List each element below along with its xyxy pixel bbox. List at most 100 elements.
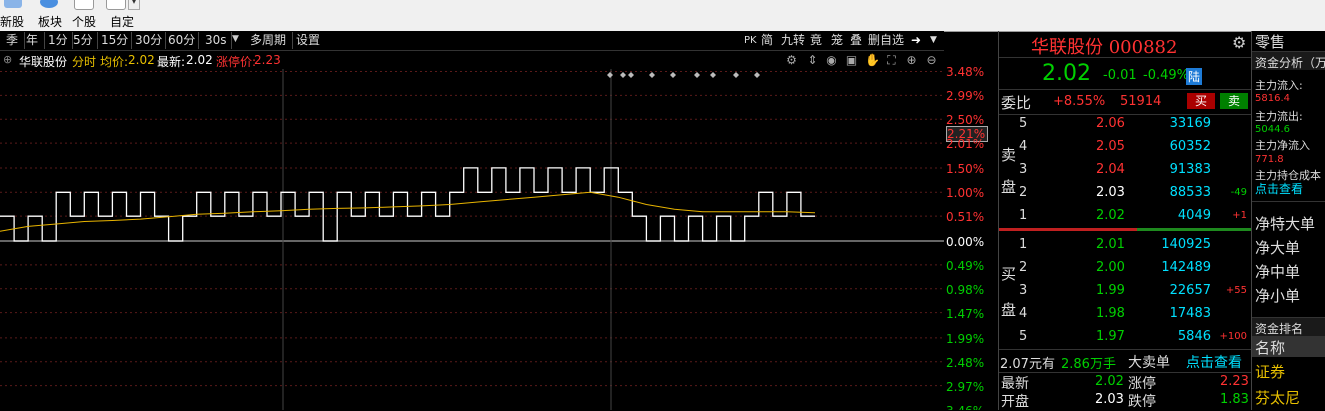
avg-value: 2.02 xyxy=(128,53,155,67)
y-tick-label: 2.50% xyxy=(946,113,985,127)
down-limit-value: 1.83 xyxy=(1220,392,1249,407)
event-marker[interactable] xyxy=(649,72,655,78)
y-tick-label: 1.99% xyxy=(946,332,985,346)
book-volume: 33169 xyxy=(1169,116,1211,131)
cost-link[interactable]: 点击查看 xyxy=(1255,180,1303,197)
intraday-chart[interactable] xyxy=(0,69,944,410)
open-value: 2.03 xyxy=(1095,392,1124,407)
book-level: 4 xyxy=(1019,139,1028,154)
y-tick-label: 0.98% xyxy=(946,283,985,297)
event-marker[interactable] xyxy=(628,72,634,78)
period-60min[interactable]: 60分 xyxy=(166,32,199,49)
zoom-out-icon[interactable]: ⊖ xyxy=(925,54,938,67)
rank-item[interactable]: 芬太尼 xyxy=(1255,387,1300,408)
inflow-value: 5816.4 xyxy=(1255,93,1290,104)
big-order-row: 2.07元有 2.86万手 大卖单 点击查看 xyxy=(999,349,1252,373)
tool-simple[interactable]: 简 xyxy=(761,32,773,49)
book-level: 5 xyxy=(1019,329,1028,344)
tool-compete[interactable]: 竟 xyxy=(810,32,822,49)
book-volume: 140925 xyxy=(1161,237,1211,252)
y-tick-label: 1.00% xyxy=(946,186,985,200)
arrow-right-icon[interactable]: ➜ xyxy=(911,32,921,49)
camera-icon[interactable]: ▣ xyxy=(845,54,858,67)
event-marker[interactable] xyxy=(670,72,676,78)
price-line xyxy=(0,167,815,242)
toolbar-sector-button[interactable]: 板块 xyxy=(36,0,66,31)
tool-cage[interactable]: 笼 xyxy=(831,32,843,49)
period-settings[interactable]: 设置 xyxy=(294,32,326,49)
book-volume: 60352 xyxy=(1169,139,1211,154)
eye-icon[interactable]: ◉ xyxy=(825,54,838,67)
chevron-down-icon[interactable]: ▼ xyxy=(232,34,239,44)
book-level: 3 xyxy=(1019,283,1028,298)
period-season[interactable]: 季 xyxy=(4,32,25,49)
gear-icon[interactable]: ⚙ xyxy=(1232,33,1246,52)
last-label: 最新: xyxy=(157,55,186,69)
book-volume: 91383 xyxy=(1169,162,1211,177)
y-tick-label: 2.01% xyxy=(946,137,985,151)
weibi-pct: +8.55% xyxy=(1053,94,1106,109)
pin-icon[interactable]: ⊕ xyxy=(3,53,12,66)
rank-item[interactable]: 证券 xyxy=(1255,361,1285,382)
tool-pk[interactable]: PK xyxy=(744,32,757,49)
event-markers xyxy=(607,72,760,78)
tool-overlay[interactable]: 叠 xyxy=(850,32,862,49)
period-5min[interactable]: 5分 xyxy=(71,32,98,49)
y-tick-label: 0.51% xyxy=(946,210,985,224)
period-15min[interactable]: 15分 xyxy=(99,32,132,49)
tool-ninth[interactable]: 九转 xyxy=(781,32,805,49)
fund-title: 资金分析（万 xyxy=(1255,56,1325,70)
y-tick-label: 0.00% xyxy=(946,235,985,249)
chevron-down-icon[interactable]: ▾ xyxy=(128,0,140,10)
toolbar-label: 新股 xyxy=(0,15,25,29)
toolbar-new-stock-button[interactable]: 新股 xyxy=(0,0,28,31)
weibi-label: 委比 xyxy=(1001,94,1032,112)
zoom-in-icon[interactable]: ⊕ xyxy=(905,54,918,67)
expand-icon[interactable]: ⛶ xyxy=(885,54,898,67)
stock-icon xyxy=(74,0,94,10)
tool-delete-favorite[interactable]: 删自选 xyxy=(868,32,904,49)
book-level: 1 xyxy=(1019,237,1028,252)
sector-label[interactable]: 零售 xyxy=(1255,31,1285,52)
toolbar-label: 板块 xyxy=(38,15,63,29)
book-level: 3 xyxy=(1019,162,1028,177)
weicha-value: 51914 xyxy=(1120,94,1162,109)
y-tick-label: 3.46% xyxy=(946,404,996,410)
book-level: 1 xyxy=(1019,208,1028,223)
sell-button[interactable]: 卖 xyxy=(1220,93,1248,109)
buy-button[interactable]: 买 xyxy=(1187,93,1215,109)
period-1min[interactable]: 1分 xyxy=(46,32,73,49)
scale-icon[interactable]: ⇕ xyxy=(806,54,819,67)
big-order-price: 2.07元有 xyxy=(1000,357,1055,372)
net-inflow-label: 主力净流入 xyxy=(1255,139,1310,152)
event-marker[interactable] xyxy=(733,72,739,78)
toolbar-label: 自定 xyxy=(110,15,135,29)
toolbar-stock-button[interactable]: 个股 xyxy=(70,0,100,31)
book-price: 2.01 xyxy=(1096,237,1125,252)
book-volume: 4049 xyxy=(1177,208,1211,223)
rank-title-bar: 资金排名 xyxy=(1252,317,1325,336)
limit-value: 2.23 xyxy=(254,53,281,67)
period-30min[interactable]: 30分 xyxy=(133,32,166,49)
event-marker[interactable] xyxy=(754,72,760,78)
up-limit-value: 2.23 xyxy=(1220,374,1249,389)
period-30s[interactable]: 30s xyxy=(203,32,232,49)
hand-icon[interactable]: ✋ xyxy=(865,54,880,67)
big-order-link[interactable]: 点击查看 xyxy=(1186,352,1242,372)
down-limit-label: 跌停 xyxy=(1128,394,1156,410)
chevron-down-icon[interactable]: ▼ xyxy=(930,32,937,49)
book-change: +1 xyxy=(1232,210,1247,221)
event-marker[interactable] xyxy=(694,72,700,78)
event-marker[interactable] xyxy=(620,72,626,78)
period-multi[interactable]: 多周期 xyxy=(248,32,293,49)
settings-icon[interactable]: ⚙ xyxy=(785,54,798,67)
event-marker[interactable] xyxy=(710,72,716,78)
toolbar-custom-button[interactable]: ▾ 自定 xyxy=(106,0,140,31)
top-toolbar: 新股 板块 个股 ▾ 自定 xyxy=(0,0,1325,32)
event-marker[interactable] xyxy=(607,72,613,78)
period-year[interactable]: 年 xyxy=(24,32,45,49)
net-large: 净大单 xyxy=(1255,239,1301,257)
quote-title-bar: 华联股份 000882 ⚙ xyxy=(999,31,1252,58)
book-price: 1.97 xyxy=(1096,329,1125,344)
sell-side-label: 盘 xyxy=(1001,178,1017,196)
